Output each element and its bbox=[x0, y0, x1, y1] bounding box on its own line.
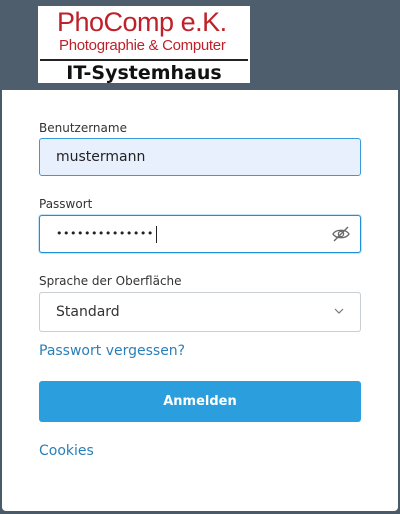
username-value: mustermann bbox=[56, 149, 146, 165]
logo-tagline: Photographie & Computer bbox=[59, 37, 226, 54]
password-label: Passwort bbox=[39, 197, 93, 211]
language-selected-value: Standard bbox=[56, 304, 120, 320]
login-button[interactable]: Anmelden bbox=[39, 381, 361, 422]
eye-slash-icon[interactable] bbox=[332, 226, 350, 242]
logo-subtitle: IT-Systemhaus bbox=[66, 62, 222, 84]
cookies-link[interactable]: Cookies bbox=[39, 443, 94, 459]
logo-top: PhoComp e.K. Photographie & Computer bbox=[38, 6, 250, 59]
password-masked-value: •••••••••••••• bbox=[56, 216, 157, 252]
chevron-down-icon bbox=[334, 308, 344, 314]
company-logo: PhoComp e.K. Photographie & Computer IT-… bbox=[38, 6, 250, 84]
username-input[interactable]: mustermann bbox=[39, 138, 361, 176]
language-label: Sprache der Oberfläche bbox=[39, 274, 182, 288]
text-caret bbox=[155, 225, 157, 243]
password-input[interactable]: •••••••••••••• bbox=[39, 215, 361, 253]
username-label: Benutzername bbox=[39, 121, 127, 135]
language-select[interactable]: Standard bbox=[39, 292, 361, 332]
login-card: Benutzername mustermann Passwort •••••••… bbox=[2, 90, 398, 511]
logo-company-name: PhoComp e.K. bbox=[57, 7, 227, 37]
forgot-password-link[interactable]: Passwort vergessen? bbox=[39, 343, 185, 359]
